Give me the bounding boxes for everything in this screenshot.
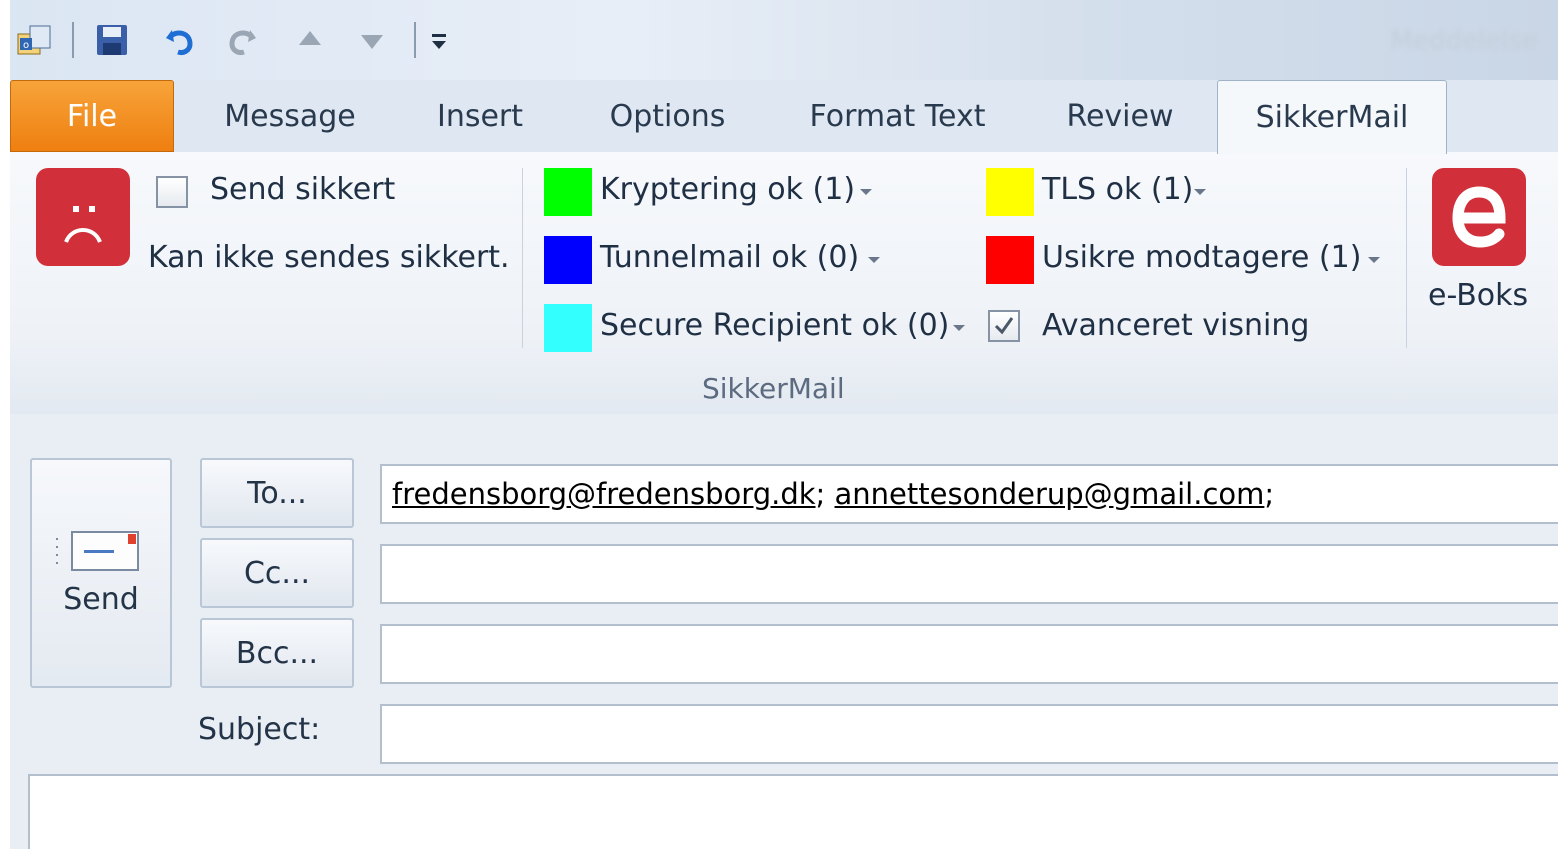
cc-button[interactable]: Cc...	[200, 538, 354, 608]
redo-icon[interactable]	[222, 20, 262, 60]
recipient-link[interactable]: annettesonderup@gmail.com	[835, 477, 1265, 511]
message-header-form: Send To... Cc... Bcc... fredensborg@fred…	[10, 414, 1558, 849]
previous-item-icon[interactable]	[290, 20, 330, 60]
undo-icon[interactable]	[160, 20, 200, 60]
subject-label: Subject:	[198, 712, 321, 747]
secure-recipient-color-swatch	[544, 304, 592, 352]
next-item-icon[interactable]	[352, 20, 392, 60]
tls-color-swatch	[986, 168, 1034, 216]
send-button-label: Send	[63, 582, 139, 617]
tunnelmail-status-label[interactable]: Tunnelmail ok (0)	[600, 240, 859, 275]
tunnelmail-dropdown-arrow-icon[interactable]	[868, 257, 880, 263]
eboks-icon[interactable]	[1432, 168, 1526, 266]
secure-recipient-dropdown-arrow-icon[interactable]	[953, 325, 965, 331]
to-button[interactable]: To...	[200, 458, 354, 528]
secure-recipient-status-label[interactable]: Secure Recipient ok (0)	[600, 308, 949, 343]
bcc-field[interactable]	[380, 624, 1558, 684]
tab-format-text[interactable]: Format Text	[785, 80, 1010, 152]
secure-status-text: Kan ikke sendes sikkert.	[148, 240, 510, 275]
customize-toolbar-icon[interactable]	[424, 20, 454, 60]
tab-options[interactable]: Options	[580, 80, 755, 152]
advanced-view-checkbox[interactable]	[988, 310, 1020, 342]
unsafe-recipients-status-label[interactable]: Usikre modtagere (1)	[1042, 240, 1361, 275]
encryption-status-label[interactable]: Kryptering ok (1)	[600, 172, 855, 207]
svg-text:o: o	[23, 40, 29, 51]
tab-sikkermail[interactable]: SikkerMail	[1217, 80, 1447, 154]
ribbon-tab-row: File Message Insert Options Format Text …	[10, 80, 1558, 154]
send-secure-checkbox[interactable]	[156, 176, 188, 208]
send-envelope-icon	[56, 531, 139, 571]
to-field[interactable]: fredensborg@fredensborg.dk; annettesonde…	[380, 464, 1558, 524]
message-body[interactable]	[28, 774, 1558, 849]
send-button[interactable]: Send	[30, 458, 172, 688]
tab-review[interactable]: Review	[1040, 80, 1200, 152]
ribbon-group-label: SikkerMail	[702, 372, 845, 405]
encryption-dropdown-arrow-icon[interactable]	[860, 189, 872, 195]
cc-field[interactable]	[380, 544, 1558, 604]
eboks-label[interactable]: e-Boks	[1428, 278, 1528, 313]
advanced-view-label[interactable]: Avanceret visning	[1042, 308, 1309, 343]
window-title: Meddelelse	[1390, 26, 1538, 56]
outlook-icon[interactable]: o	[14, 20, 54, 60]
outlook-compose-window: o Meddelelse File Message Insert Options…	[10, 0, 1558, 849]
checkmark-icon	[994, 317, 1014, 335]
sikkermail-ribbon: Send sikkert Kan ikke sendes sikkert. Kr…	[10, 152, 1558, 416]
save-icon[interactable]	[92, 20, 132, 60]
recipient-link[interactable]: fredensborg@fredensborg.dk	[392, 477, 816, 511]
tab-message[interactable]: Message	[200, 80, 380, 152]
quick-access-toolbar: o Meddelelse	[10, 0, 1558, 80]
tls-dropdown-arrow-icon[interactable]	[1194, 189, 1206, 195]
tunnelmail-color-swatch	[544, 236, 592, 284]
unsafe-recipients-color-swatch	[986, 236, 1034, 284]
tab-file[interactable]: File	[10, 80, 174, 152]
sad-face-icon	[36, 168, 130, 266]
send-secure-label[interactable]: Send sikkert	[210, 172, 395, 207]
tls-status-label[interactable]: TLS ok (1)	[1042, 172, 1193, 207]
unsafe-recipients-dropdown-arrow-icon[interactable]	[1368, 257, 1380, 263]
subject-field[interactable]	[380, 704, 1558, 764]
bcc-button[interactable]: Bcc...	[200, 618, 354, 688]
encryption-color-swatch	[544, 168, 592, 216]
tab-insert[interactable]: Insert	[410, 80, 550, 152]
